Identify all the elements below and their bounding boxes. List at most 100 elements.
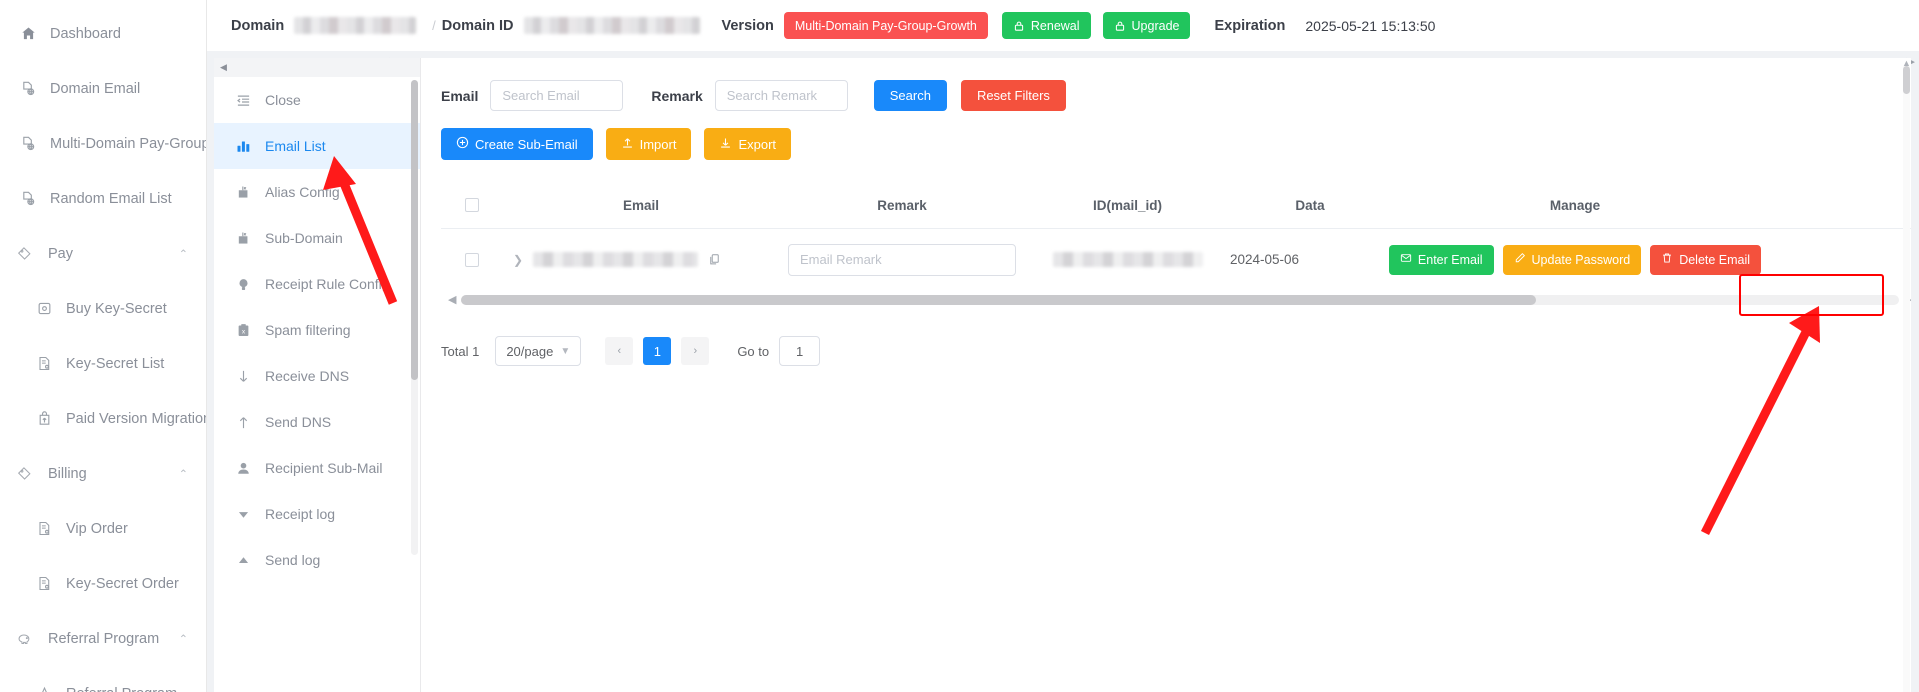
sidebar-group-pay[interactable]: Pay ⌃ bbox=[0, 226, 206, 281]
action-bar: Create Sub-Email Import Export bbox=[421, 111, 1911, 160]
inner-item-email-list[interactable]: Email List bbox=[214, 123, 420, 169]
tag-icon bbox=[14, 246, 34, 261]
import-button[interactable]: Import bbox=[605, 128, 692, 160]
chevron-up-icon[interactable]: ⌃ bbox=[179, 467, 188, 480]
page-number-1[interactable]: 1 bbox=[643, 337, 672, 365]
reset-filters-button[interactable]: Reset Filters bbox=[960, 80, 1066, 111]
sidebar-item-label: Paid Version Migration bbox=[66, 410, 207, 427]
inner-item-receive-dns[interactable]: Receive DNS bbox=[214, 353, 420, 399]
bulb-icon bbox=[234, 277, 253, 292]
next-page-button[interactable]: › bbox=[681, 337, 710, 365]
inner-item-send-log[interactable]: Send log bbox=[214, 537, 420, 583]
scrollbar-thumb[interactable] bbox=[1903, 66, 1910, 94]
sidebar-item-label: Buy Key-Secret bbox=[66, 300, 167, 317]
search-button[interactable]: Search bbox=[873, 80, 947, 111]
prev-page-button[interactable]: ‹ bbox=[605, 337, 634, 365]
scrollbar-thumb[interactable] bbox=[411, 80, 418, 380]
sidebar-item-label: Pay bbox=[48, 245, 73, 262]
inner-item-receipt-rule-config[interactable]: Receipt Rule Config bbox=[214, 261, 420, 307]
secondary-sidebar-scrollbar[interactable] bbox=[411, 80, 418, 555]
column-header-data: Data bbox=[1295, 197, 1325, 213]
inner-item-send-dns[interactable]: Send DNS bbox=[214, 399, 420, 445]
expiration-value: 2025-05-21 15:13:50 bbox=[1305, 17, 1436, 34]
table-row: ❯ Email Remark 2024-05-06 Enter Email Up… bbox=[441, 229, 1911, 290]
sidebar-item-dashboard[interactable]: Dashboard bbox=[0, 6, 206, 61]
chevron-up-icon[interactable]: ⌃ bbox=[179, 632, 188, 645]
primary-sidebar: Dashboard Domain Email Multi-Domain Pay-… bbox=[0, 0, 207, 692]
goto-page-input[interactable] bbox=[779, 336, 821, 366]
collapse-left-icon[interactable]: ◀ bbox=[214, 58, 420, 77]
triangle-down-icon bbox=[234, 508, 253, 521]
search-email-input[interactable] bbox=[490, 80, 624, 111]
goto-label: Go to bbox=[737, 343, 770, 359]
cell-remark bbox=[779, 243, 1025, 276]
sidebar-item-multi-domain-pay-group[interactable]: Multi-Domain Pay-Group bbox=[0, 116, 206, 171]
pencil-icon bbox=[1514, 252, 1526, 267]
sidebar-item-random-email-list[interactable]: Random Email List bbox=[0, 171, 206, 226]
tag-icon bbox=[14, 466, 34, 481]
scroll-left-icon[interactable]: ◀ bbox=[448, 293, 456, 306]
version-label: Version bbox=[721, 17, 774, 34]
inner-item-spam-filtering[interactable]: x Spam filtering bbox=[214, 307, 420, 353]
sidebar-item-label: Multi-Domain Pay-Group bbox=[50, 135, 207, 152]
doc-key-icon bbox=[34, 576, 54, 591]
inner-item-label: Spam filtering bbox=[265, 322, 351, 338]
search-remark-input[interactable] bbox=[714, 80, 848, 111]
inner-item-close[interactable]: Close bbox=[214, 77, 420, 123]
inner-item-recipient-sub-mail[interactable]: Recipient Sub-Mail bbox=[214, 445, 420, 491]
manage-buttons: Enter Email Update Password Delete Email bbox=[1388, 244, 1762, 275]
renewal-label: Renewal bbox=[1030, 18, 1080, 33]
sidebar-item-vip-order[interactable]: Vip Order bbox=[0, 501, 206, 556]
select-all-checkbox[interactable] bbox=[465, 198, 479, 212]
column-header-id: ID(mail_id) bbox=[1092, 197, 1162, 213]
domain-email-icon bbox=[18, 191, 38, 206]
delete-email-button[interactable]: Delete Email bbox=[1650, 244, 1762, 275]
enter-email-button[interactable]: Enter Email bbox=[1388, 244, 1494, 275]
panel-vertical-scrollbar[interactable]: ▲ ▼ bbox=[1902, 58, 1911, 692]
sidebar-item-buy-key-secret[interactable]: Buy Key-Secret bbox=[0, 281, 206, 336]
inner-item-sub-domain[interactable]: Sub-Domain bbox=[214, 215, 420, 261]
inner-item-label: Receipt Rule Config bbox=[265, 276, 390, 292]
expand-row-icon[interactable]: ❯ bbox=[513, 253, 523, 267]
copy-icon[interactable] bbox=[708, 253, 721, 266]
lock-icon bbox=[1013, 20, 1025, 32]
inner-item-alias-config[interactable]: Alias Config bbox=[214, 169, 420, 215]
sidebar-item-label: Billing bbox=[48, 465, 87, 482]
plus-circle-icon bbox=[456, 136, 469, 152]
close-menu-icon bbox=[234, 93, 253, 108]
table-horizontal-scrollbar[interactable]: ◀ ▶ bbox=[448, 294, 1911, 306]
sidebar-item-referral-program[interactable]: Referral Program bbox=[0, 666, 206, 692]
email-remark-input[interactable] bbox=[788, 243, 1016, 276]
scrollbar-thumb[interactable] bbox=[461, 295, 1536, 305]
sidebar-item-key-secret-list[interactable]: Key-Secret List bbox=[0, 336, 206, 391]
sidebar-item-key-secret-order[interactable]: Key-Secret Order bbox=[0, 556, 206, 611]
home-icon bbox=[18, 26, 38, 41]
renewal-button[interactable]: Renewal bbox=[1001, 12, 1091, 39]
chevron-up-icon[interactable]: ⌃ bbox=[179, 247, 188, 260]
update-password-button[interactable]: Update Password bbox=[1502, 244, 1642, 275]
main-area: Domain / Domain ID Version Multi-Domain … bbox=[207, 0, 1919, 692]
export-button[interactable]: Export bbox=[704, 128, 792, 160]
trash-icon bbox=[1661, 252, 1673, 267]
update-password-label: Update Password bbox=[1531, 252, 1631, 267]
filter-bar: Email Remark Search Reset Filters bbox=[421, 58, 1911, 111]
row-checkbox[interactable] bbox=[465, 252, 479, 267]
create-sub-email-button[interactable]: Create Sub-Email bbox=[441, 128, 593, 160]
sidebar-group-billing[interactable]: Billing ⌃ bbox=[0, 446, 206, 501]
download-icon bbox=[719, 136, 732, 152]
upgrade-button[interactable]: Upgrade bbox=[1102, 12, 1191, 39]
delete-email-label: Delete Email bbox=[1679, 252, 1751, 267]
version-badge[interactable]: Multi-Domain Pay-Group-Growth bbox=[783, 12, 988, 39]
expiration-label: Expiration bbox=[1214, 17, 1286, 34]
page-size-select[interactable]: 20/page ▼ bbox=[495, 336, 582, 366]
sidebar-item-label: Referral Program bbox=[48, 630, 160, 647]
sidebar-item-domain-email[interactable]: Domain Email bbox=[0, 61, 206, 116]
cell-date: 2024-05-06 bbox=[1230, 252, 1300, 267]
inner-item-receipt-log[interactable]: Receipt log bbox=[214, 491, 420, 537]
domain-email-icon bbox=[18, 81, 38, 96]
column-header-manage: Manage bbox=[1549, 197, 1601, 213]
sidebar-item-paid-version-migration[interactable]: Paid Version Migration bbox=[0, 391, 206, 446]
sidebar-group-referral-program[interactable]: Referral Program ⌃ bbox=[0, 611, 206, 666]
upgrade-label: Upgrade bbox=[1131, 18, 1180, 33]
lock-icon bbox=[1114, 20, 1126, 32]
